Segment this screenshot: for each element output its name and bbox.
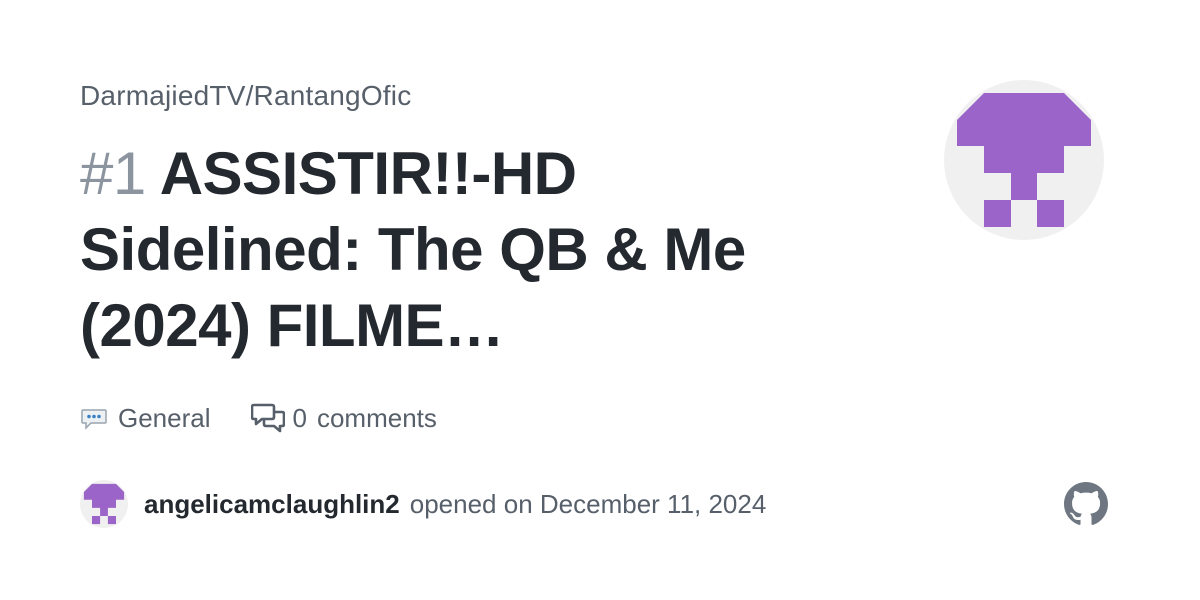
identicon-image [83,483,125,525]
repository-owner-avatar[interactable] [944,80,1104,240]
author-line: angelicamclaughlin2 opened on December 1… [80,480,766,528]
issue-title-text: ASSISTIR!!-HD Sidelined: The QB & Me (20… [80,140,746,359]
identicon-image [957,93,1091,227]
github-icon[interactable] [1064,482,1108,526]
repository-name[interactable]: DarmajiedTV/RantangOfic [80,80,411,112]
comments-number: 0 [292,402,307,433]
comments-count[interactable]: 0 comments [250,402,437,434]
opened-date-text: opened on December 11, 2024 [409,488,767,519]
author-avatar[interactable] [80,480,128,528]
issue-number: #1 [80,140,146,207]
comment-discussion-icon [250,403,285,433]
category-label[interactable]: General [80,403,211,434]
speech-balloon-icon [81,409,107,430]
issue-meta: General 0 comments [80,398,477,438]
author-username[interactable]: angelicamclaughlin2 [144,489,400,520]
issue-title: #1 ASSISTIR!!-HD Sidelined: The QB & Me … [80,136,840,364]
category-name: General [118,402,211,433]
comments-label: comments [316,402,437,433]
